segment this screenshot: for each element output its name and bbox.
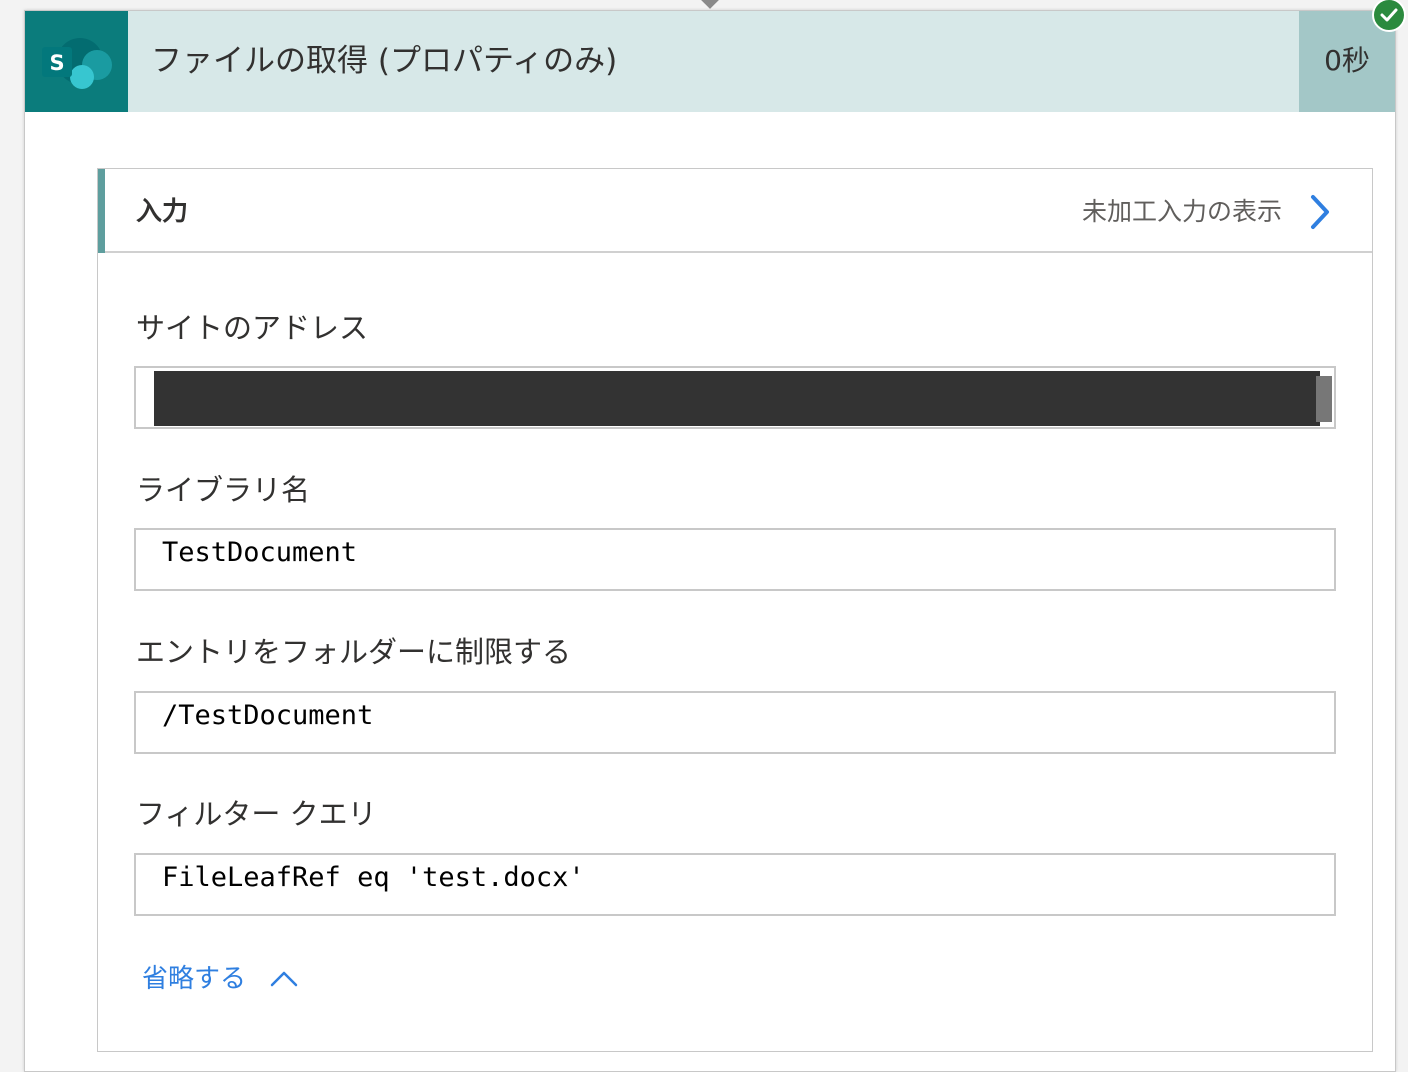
filter-query-value: FileLeafRef eq 'test.docx' <box>162 862 585 893</box>
site-address-field <box>134 366 1336 429</box>
folder-restriction-field: /TestDocument <box>134 691 1336 754</box>
svg-text:S: S <box>49 51 64 75</box>
filter-query-label: フィルター クエリ <box>136 797 377 831</box>
folder-restriction-label: エントリをフォルダーに制限する <box>136 635 572 669</box>
collapse-button[interactable]: 省略する <box>142 961 299 1001</box>
redaction-edge <box>1316 376 1332 422</box>
inputs-panel-header: 入力 未加工入力の表示 <box>98 169 1372 253</box>
redacted-site-address <box>154 371 1320 426</box>
library-name-value: TestDocument <box>162 537 358 568</box>
action-card-header[interactable]: S ファイルの取得 (プロパティのみ) 0秒 <box>25 11 1395 112</box>
chevron-up-icon[interactable] <box>269 969 299 989</box>
folder-restriction-value: /TestDocument <box>162 700 374 731</box>
sharepoint-icon: S <box>25 11 128 112</box>
library-name-field: TestDocument <box>134 528 1336 591</box>
check-icon <box>1372 0 1406 32</box>
collapse-label[interactable]: 省略する <box>142 964 246 994</box>
library-name-label: ライブラリ名 <box>136 473 311 507</box>
site-address-label: サイトのアドレス <box>136 311 369 345</box>
panel-accent-bar <box>98 169 105 253</box>
inputs-heading: 入力 <box>136 197 189 227</box>
duration-text: 0秒 <box>1324 44 1370 77</box>
chevron-right-icon[interactable] <box>1308 194 1332 230</box>
filter-query-field: FileLeafRef eq 'test.docx' <box>134 853 1336 916</box>
action-card: S ファイルの取得 (プロパティのみ) 0秒 入力 未加工入力の表示 サイトのア… <box>24 10 1396 1072</box>
show-raw-inputs-link[interactable]: 未加工入力の表示 <box>1082 195 1282 229</box>
flow-connector-icon <box>700 0 720 9</box>
action-title: ファイルの取得 (プロパティのみ) <box>151 43 618 79</box>
inputs-panel: 入力 未加工入力の表示 サイトのアドレス ライブラリ名 TestDocument… <box>97 168 1373 1052</box>
